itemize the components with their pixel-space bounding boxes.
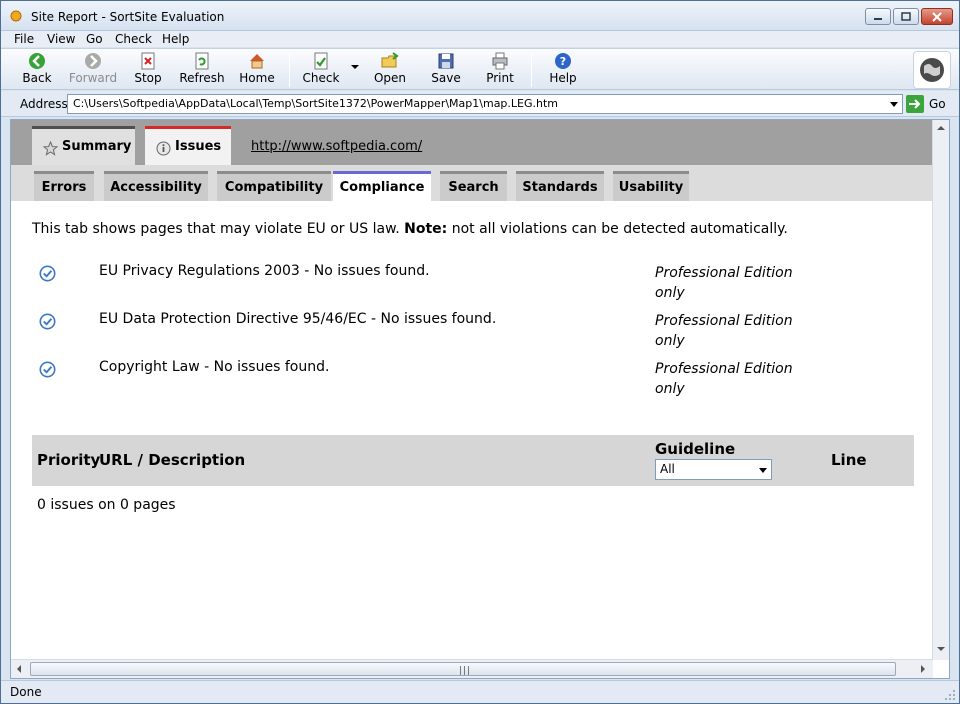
help-button[interactable]: ? Help xyxy=(536,52,590,88)
compliance-item-text: EU Privacy Regulations 2003 - No issues … xyxy=(99,263,430,279)
chevron-down-icon xyxy=(759,468,767,473)
go-arrow-icon xyxy=(906,95,924,113)
intro-text: This tab shows pages that may violate EU… xyxy=(32,221,788,237)
toolbar: Back Forward Stop Refresh Home Check Ope… xyxy=(1,48,959,90)
status-text: Done xyxy=(10,685,42,699)
refresh-button[interactable]: Refresh xyxy=(175,52,229,88)
home-icon xyxy=(250,54,264,69)
subtab-compatibility[interactable]: Compatibility xyxy=(217,171,331,201)
horizontal-scroll-thumb[interactable]: ||| xyxy=(30,662,896,676)
compliance-item-text: Copyright Law - No issues found. xyxy=(99,359,330,375)
subtab-search[interactable]: Search xyxy=(440,171,507,201)
column-guideline: Guideline xyxy=(655,440,736,458)
window-title: Site Report - SortSite Evaluation xyxy=(31,10,225,24)
horizontal-scrollbar[interactable]: ||| xyxy=(11,659,933,678)
home-button[interactable]: Home xyxy=(230,52,284,88)
site-link[interactable]: http://www.softpedia.com/ xyxy=(251,139,422,154)
vertical-scrollbar[interactable] xyxy=(932,120,949,660)
app-icon xyxy=(10,10,22,22)
scroll-down-icon[interactable] xyxy=(937,647,945,651)
address-input[interactable]: C:\Users\Softpedia\AppData\Local\Temp\So… xyxy=(67,94,903,114)
maximize-button[interactable] xyxy=(893,8,919,25)
main-tab-strip: Summary Issues http://www.softpedia.com/ xyxy=(11,120,933,165)
app-window: Site Report - SortSite Evaluation File V… xyxy=(0,0,960,704)
back-arrow-icon xyxy=(29,53,45,69)
globe-icon xyxy=(920,58,944,82)
print-button[interactable]: Print xyxy=(473,52,527,88)
compliance-item-text: EU Data Protection Directive 95/46/EC - … xyxy=(99,311,497,327)
check-circle-icon xyxy=(39,361,56,378)
issues-table-header: Priority URL / Description Guideline All… xyxy=(32,435,914,486)
edition-note: Professional Edition only xyxy=(655,313,793,349)
sub-tab-strip: Errors Accessibility Compatibility Compl… xyxy=(11,165,933,201)
subtab-compliance[interactable]: Compliance xyxy=(333,171,431,201)
menu-bar: File View Go Check Help xyxy=(1,31,959,47)
scroll-right-icon[interactable] xyxy=(921,665,925,673)
check-circle-icon xyxy=(39,265,56,282)
save-disk-icon xyxy=(438,53,454,69)
subtab-accessibility[interactable]: Accessibility xyxy=(104,171,208,201)
resize-grip-icon[interactable] xyxy=(944,688,956,700)
minimize-icon xyxy=(874,17,882,20)
scroll-left-icon[interactable] xyxy=(17,665,21,673)
column-line: Line xyxy=(831,451,867,469)
toolbar-separator xyxy=(531,52,532,87)
issues-summary: 0 issues on 0 pages xyxy=(37,497,176,513)
column-priority: Priority xyxy=(37,451,101,469)
tab-issues[interactable]: Issues xyxy=(145,126,231,165)
toolbar-separator xyxy=(289,52,290,87)
menu-help[interactable]: Help xyxy=(162,31,189,47)
forward-button[interactable]: Forward xyxy=(66,52,120,88)
chevron-down-icon xyxy=(890,101,898,107)
column-url-description: URL / Description xyxy=(99,451,246,469)
stop-icon xyxy=(141,52,155,70)
check-circle-icon xyxy=(39,313,56,330)
title-bar: Site Report - SortSite Evaluation xyxy=(1,1,959,31)
edition-note: Professional Edition only xyxy=(655,265,793,301)
scroll-up-icon[interactable] xyxy=(937,126,945,130)
menu-file[interactable]: File xyxy=(14,31,34,47)
back-button[interactable]: Back xyxy=(10,52,64,88)
status-bar: Done xyxy=(1,680,959,703)
open-button[interactable]: Open xyxy=(363,52,417,88)
menu-go[interactable]: Go xyxy=(86,31,103,47)
check-button[interactable]: Check xyxy=(294,52,348,88)
check-dropdown-icon[interactable] xyxy=(351,65,359,69)
address-bar: Address C:\Users\Softpedia\AppData\Local… xyxy=(1,91,959,117)
guideline-select[interactable]: All xyxy=(655,459,772,480)
close-button[interactable] xyxy=(921,8,953,25)
edition-note: Professional Edition only xyxy=(655,361,793,397)
tab-summary[interactable]: Summary xyxy=(32,126,135,165)
stop-button[interactable]: Stop xyxy=(121,52,175,88)
svg-text:?: ? xyxy=(560,55,566,68)
go-button[interactable]: Go xyxy=(906,95,956,113)
report-content: Summary Issues http://www.softpedia.com/… xyxy=(10,119,950,679)
forward-arrow-icon xyxy=(85,53,101,69)
address-label: Address xyxy=(20,97,68,111)
open-folder-icon xyxy=(381,52,399,68)
info-icon xyxy=(156,141,171,156)
menu-view[interactable]: View xyxy=(47,31,75,47)
close-icon xyxy=(932,11,942,22)
globe-logo xyxy=(913,51,951,89)
maximize-icon xyxy=(901,12,911,21)
menu-check[interactable]: Check xyxy=(115,31,152,47)
refresh-icon xyxy=(195,52,209,70)
minimize-button[interactable] xyxy=(865,8,891,25)
printer-icon xyxy=(492,52,508,70)
save-button[interactable]: Save xyxy=(419,52,473,88)
check-page-icon xyxy=(314,52,328,70)
subtab-standards[interactable]: Standards xyxy=(516,171,604,201)
grip-icon: ||| xyxy=(459,666,472,676)
address-dropdown-button[interactable] xyxy=(887,95,901,113)
subtab-usability[interactable]: Usability xyxy=(613,171,689,201)
subtab-errors[interactable]: Errors xyxy=(34,171,94,201)
help-icon: ? xyxy=(555,53,571,69)
star-icon xyxy=(43,141,58,156)
